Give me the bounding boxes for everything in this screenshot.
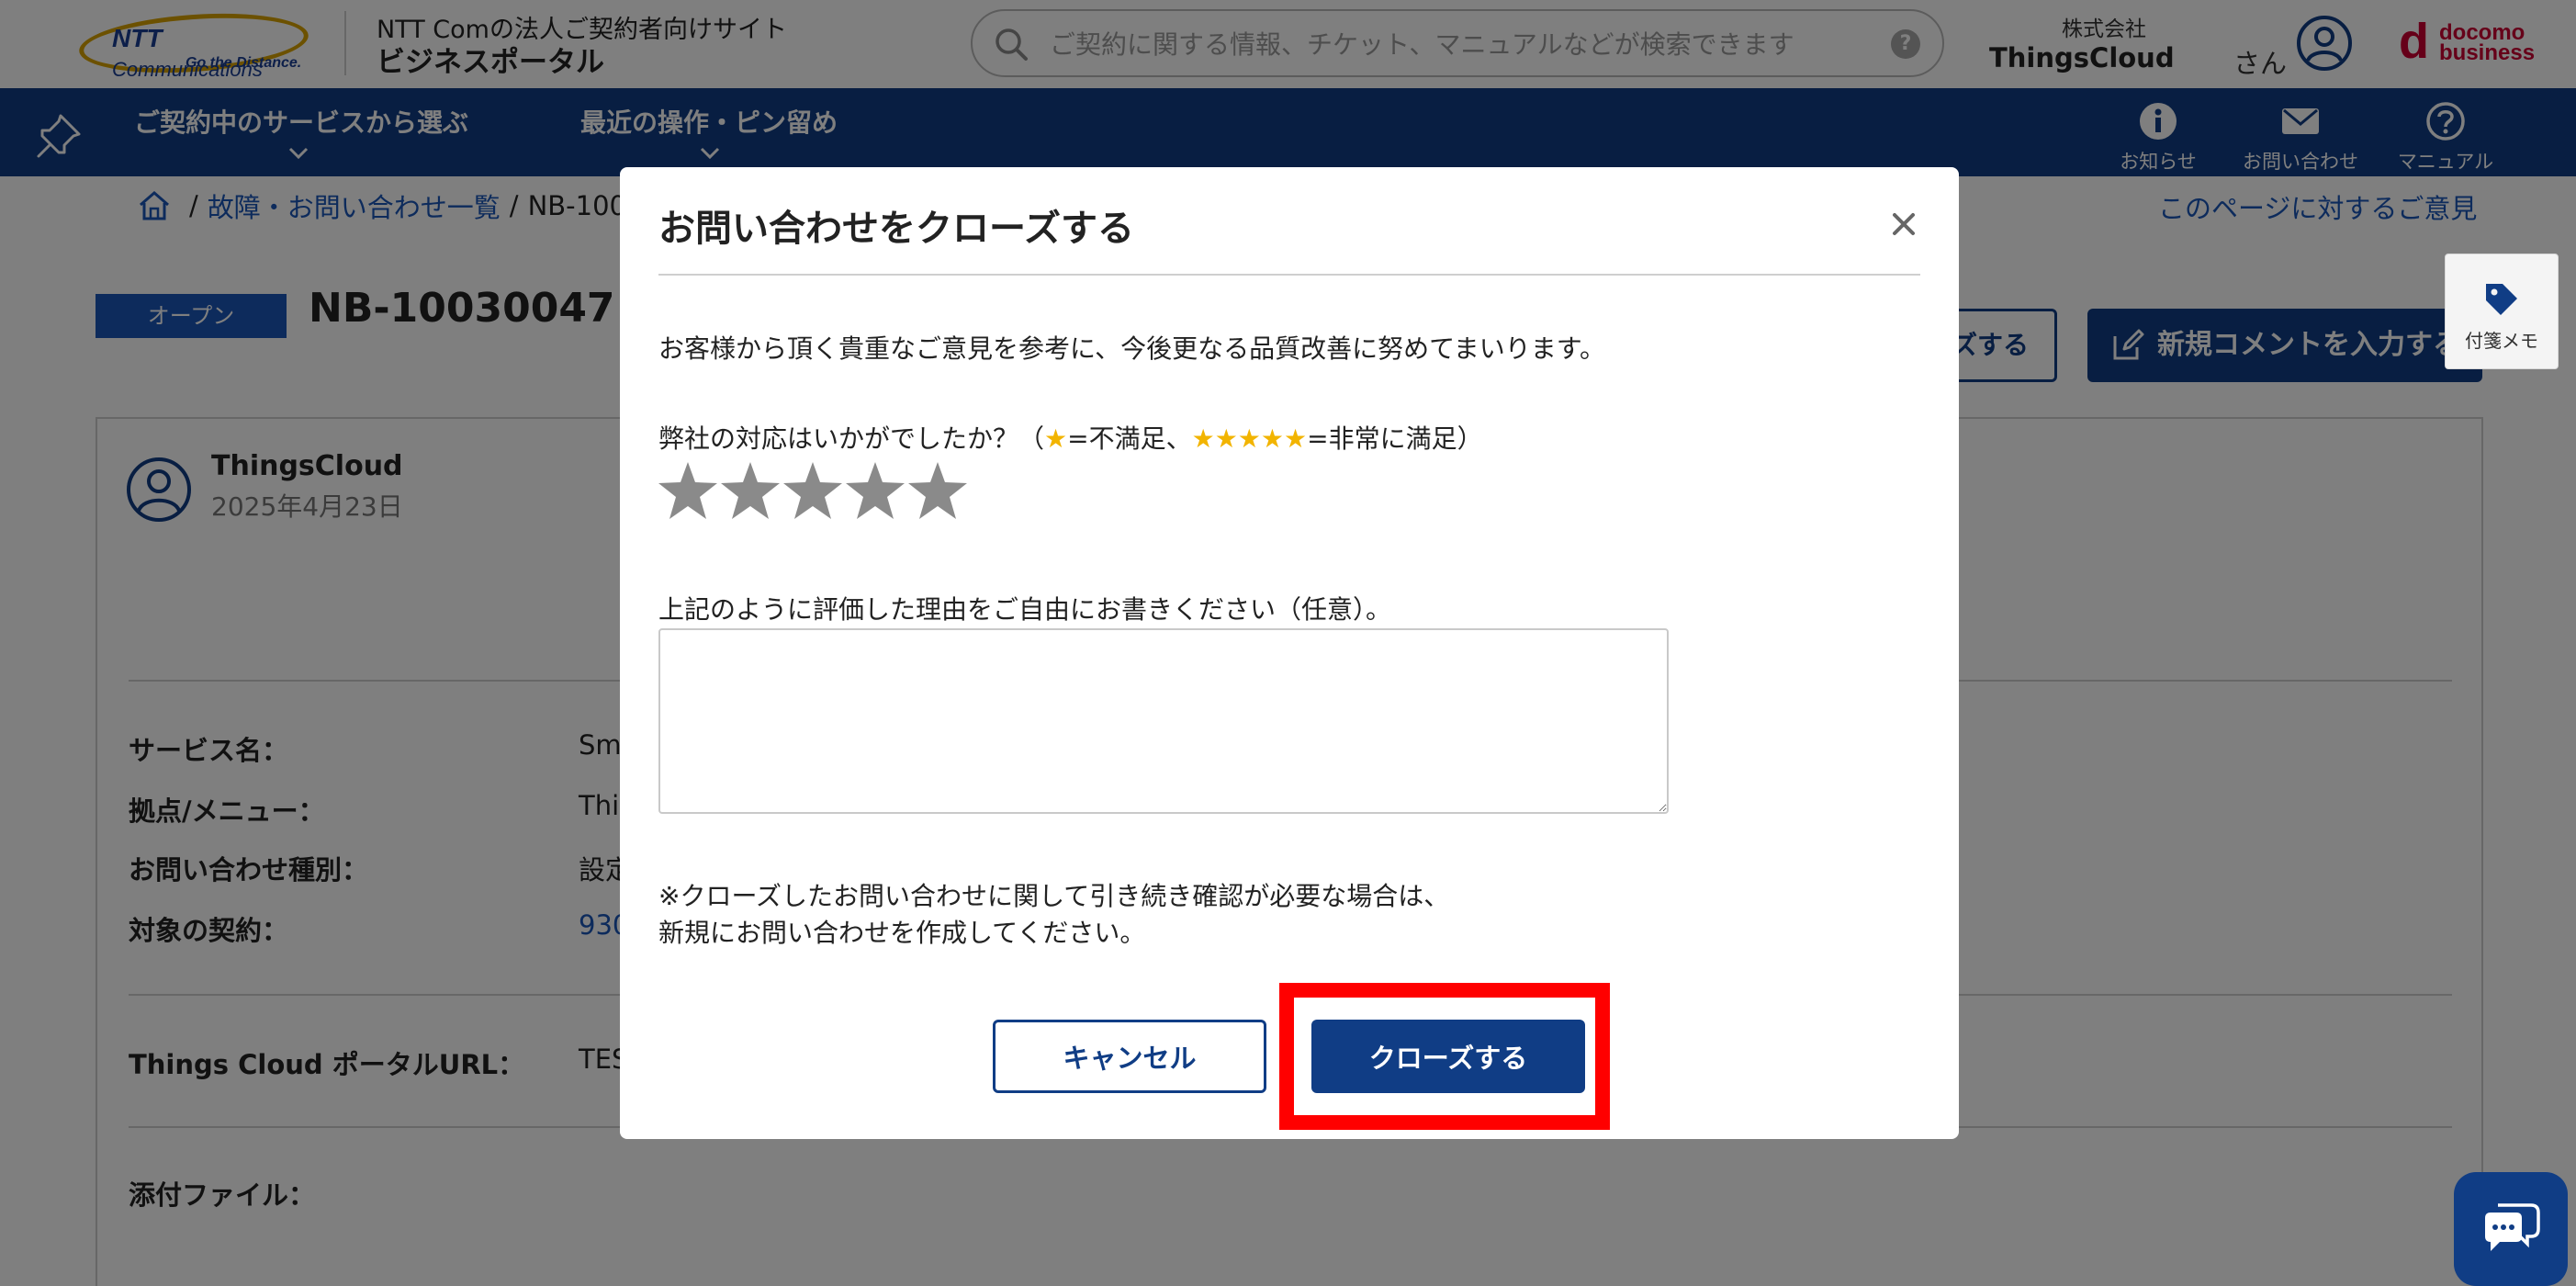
five-star-legend: ★★★★★ bbox=[1191, 423, 1308, 454]
close-inquiry-dialog: お問い合わせをクローズする お客様から頂く貴重なご意見を参考に、今後更なる品質改… bbox=[620, 167, 1959, 1139]
rating-question: 弊社の対応はいかがでしたか？（★=不満足、★★★★★=非常に満足） bbox=[658, 419, 1483, 456]
confirm-close-button[interactable]: クローズする bbox=[1311, 1020, 1585, 1093]
chat-button[interactable] bbox=[2454, 1172, 2568, 1286]
star-icon bbox=[846, 462, 905, 519]
star-icon bbox=[658, 462, 717, 519]
rating-question-text: =非常に満足） bbox=[1307, 423, 1483, 454]
one-star-legend: ★ bbox=[1044, 423, 1068, 454]
rating-question-text: =不満足、 bbox=[1067, 423, 1192, 454]
rating-star-1[interactable] bbox=[657, 459, 719, 525]
dialog-note: 新規にお問い合わせを作成してください。 bbox=[658, 918, 1146, 948]
sticky-note-button[interactable]: 付箋メモ bbox=[2445, 254, 2559, 369]
rating-star-3[interactable] bbox=[782, 459, 844, 525]
chat-icon bbox=[2485, 1203, 2540, 1251]
star-icon bbox=[721, 462, 780, 519]
close-icon[interactable] bbox=[1884, 204, 1924, 244]
sticky-note-label: 付箋メモ bbox=[2465, 330, 2538, 352]
rating-star-5[interactable] bbox=[906, 459, 969, 525]
dialog-divider bbox=[658, 274, 1920, 276]
star-icon bbox=[783, 462, 842, 519]
reason-label: 上記のように評価した理由をご自由にお書きください（任意）。 bbox=[658, 594, 1392, 625]
rating-question-text: 弊社の対応はいかがでしたか？（ bbox=[658, 423, 1045, 454]
reason-textarea[interactable] bbox=[658, 628, 1669, 814]
star-rating bbox=[657, 459, 969, 525]
dialog-title: お問い合わせをクローズする bbox=[658, 208, 1134, 250]
tag-icon bbox=[2486, 284, 2517, 315]
star-icon bbox=[908, 462, 967, 519]
cancel-button[interactable]: キャンセル bbox=[993, 1020, 1266, 1093]
dialog-intro: お客様から頂く貴重なご意見を参考に、今後更なる品質改善に努めてまいります。 bbox=[658, 333, 1605, 364]
rating-star-2[interactable] bbox=[719, 459, 782, 525]
dialog-note: ※クローズしたお問い合わせに関して引き続き確認が必要な場合は、 bbox=[658, 881, 1450, 911]
rating-star-4[interactable] bbox=[844, 459, 906, 525]
